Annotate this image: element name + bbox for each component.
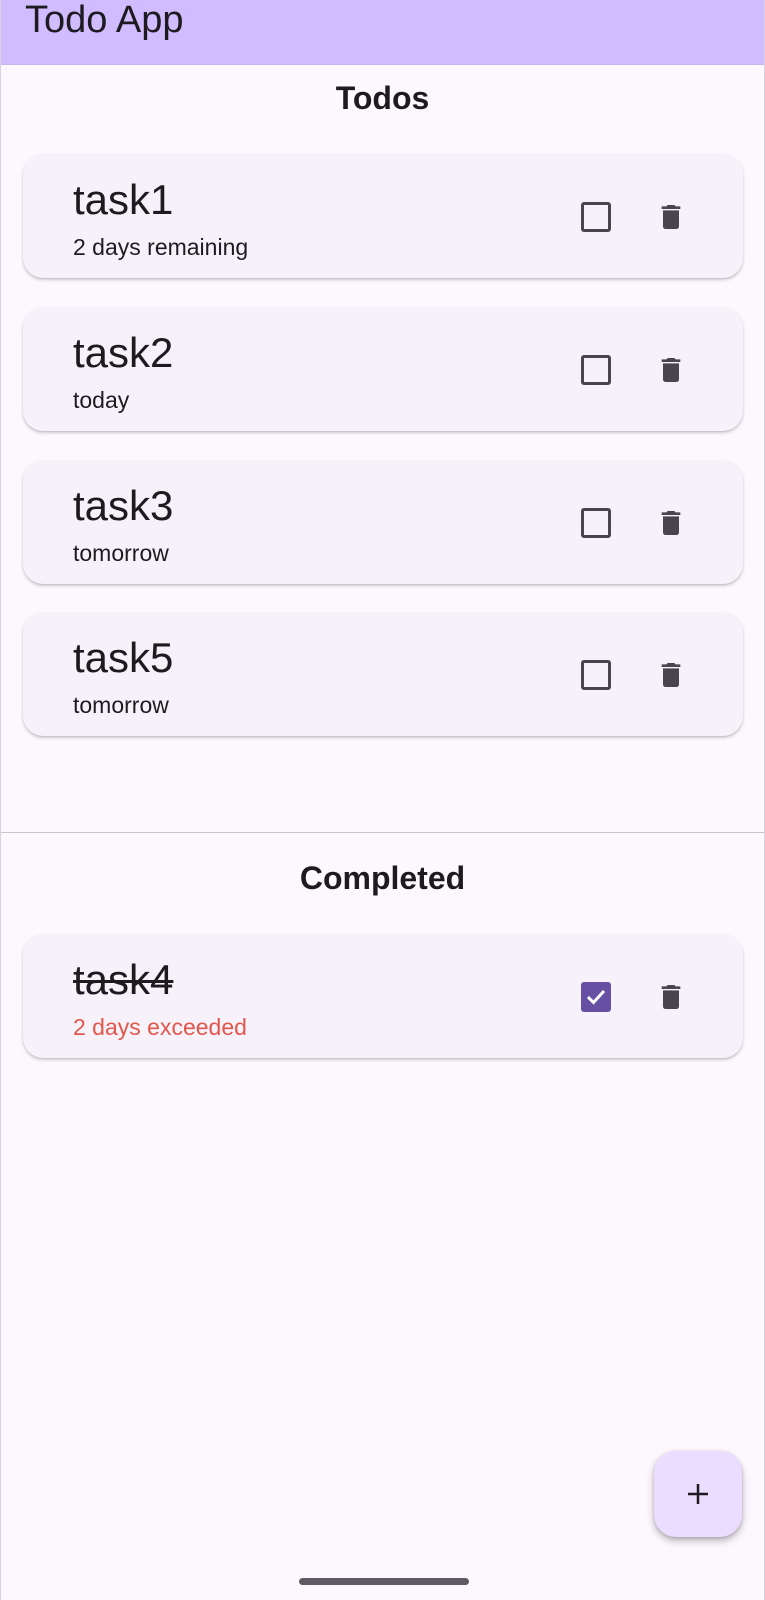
trash-icon[interactable] [655, 980, 687, 1014]
todo-card[interactable]: task2 today [23, 307, 743, 431]
home-indicator[interactable] [299, 1578, 469, 1585]
todo-due-text: today [73, 387, 130, 413]
todo-checkbox[interactable] [581, 508, 611, 538]
trash-icon[interactable] [655, 200, 687, 234]
todo-due-text: 2 days remaining [73, 234, 249, 260]
app-title: Todo App [25, 0, 184, 41]
todos-section-title: Todos [335, 80, 430, 116]
todo-checkbox[interactable] [581, 660, 611, 690]
completed-section-title: Completed [299, 860, 466, 896]
todo-title: task3 [73, 482, 174, 529]
checkmark-icon [586, 989, 606, 1005]
completed-due-text: 2 days exceeded [73, 1014, 247, 1040]
todo-checkbox[interactable] [581, 202, 611, 232]
trash-icon[interactable] [655, 353, 687, 387]
completed-checkbox[interactable] [581, 982, 611, 1012]
plus-icon [688, 1484, 708, 1504]
todo-checkbox[interactable] [581, 355, 611, 385]
todo-due-text: tomorrow [73, 692, 169, 718]
todo-card[interactable]: task5 tomorrow [23, 612, 743, 736]
app-bar: Todo App [1, 0, 764, 65]
completed-title: task4 [73, 956, 174, 1003]
add-task-button[interactable] [654, 1451, 742, 1537]
todo-title: task1 [73, 176, 174, 223]
todo-card[interactable]: task3 tomorrow [23, 460, 743, 584]
todo-card[interactable]: task1 2 days remaining [23, 154, 743, 278]
todo-title: task2 [73, 329, 174, 376]
todo-title: task5 [73, 634, 174, 681]
trash-icon[interactable] [655, 658, 687, 692]
trash-icon[interactable] [655, 506, 687, 540]
completed-card[interactable]: task4 2 days exceeded [23, 934, 743, 1058]
section-divider [1, 832, 764, 833]
todo-due-text: tomorrow [73, 540, 169, 566]
